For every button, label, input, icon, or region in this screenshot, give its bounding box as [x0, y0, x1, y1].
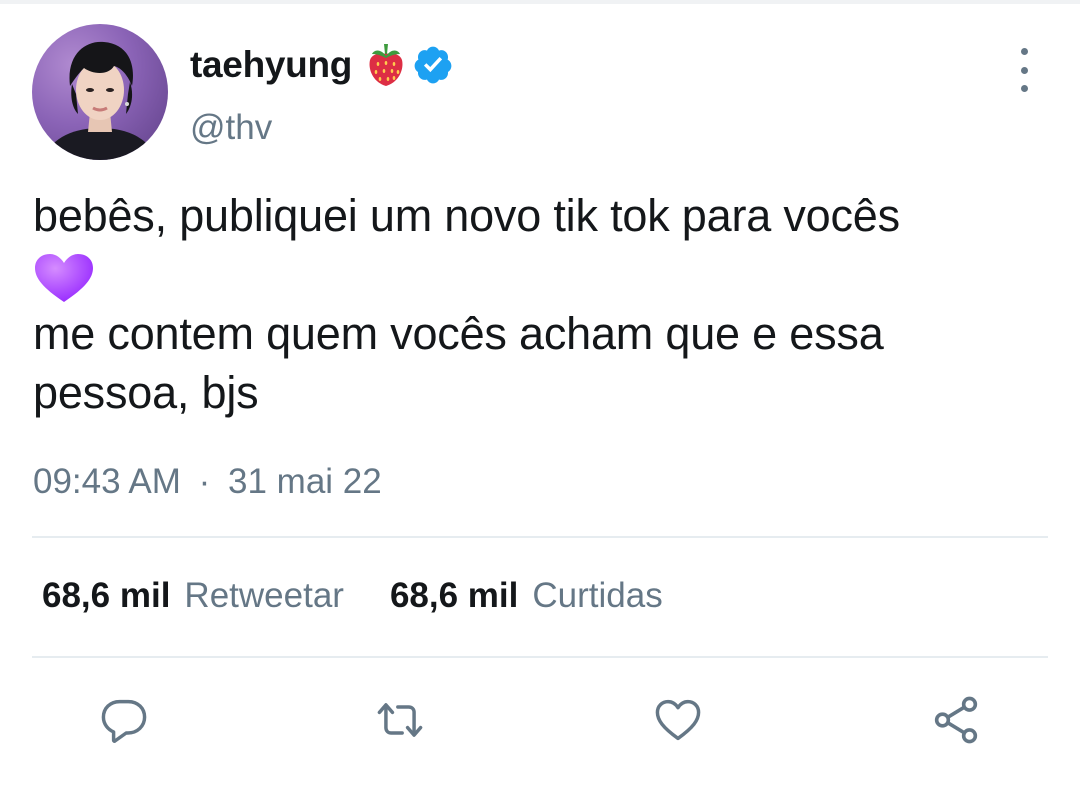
tweet-text: bebês, publiquei um novo tik tok para vo…: [33, 186, 1053, 422]
tweet-text-line-1: bebês, publiquei um novo tik tok para vo…: [33, 190, 900, 241]
avatar-portrait: [42, 41, 158, 160]
strawberry-icon: [366, 42, 406, 88]
reply-button[interactable]: [94, 690, 154, 750]
share-icon: [934, 696, 978, 744]
more-options-button[interactable]: [1008, 48, 1040, 92]
avatar[interactable]: [32, 24, 168, 160]
tweet-card: taehyung @thv bebês, publiquei um novo t…: [0, 0, 1080, 785]
tweet-time: 09:43 AM: [33, 462, 181, 501]
tweet-text-line-2: [33, 245, 1053, 304]
tweet-date: 31 mai 22: [228, 462, 382, 501]
like-button[interactable]: [648, 690, 708, 750]
retweets-label: Retweetar: [184, 576, 344, 615]
author-display-name[interactable]: taehyung: [190, 44, 352, 86]
likes-count: 68,6 mil: [389, 576, 519, 615]
divider: [32, 536, 1048, 538]
divider: [32, 656, 1048, 658]
more-dot: [1020, 48, 1028, 55]
author-name-row: taehyung: [190, 40, 454, 90]
meta-separator: ·: [198, 462, 211, 501]
tweet-text-line-3: me contem quem vocês acham que e essa: [33, 308, 884, 360]
likes-label: Curtidas: [532, 576, 663, 615]
more-dot: [1020, 66, 1028, 74]
tweet-timestamp[interactable]: 09:43 AM · 31 mai 22: [33, 462, 382, 502]
verified-badge-icon: [412, 44, 454, 86]
author-handle[interactable]: @thv: [190, 108, 272, 148]
retweet-button[interactable]: [370, 690, 430, 750]
tweet-text-line-4: pessoa, bjs: [33, 367, 259, 419]
like-icon: [655, 699, 701, 741]
retweet-icon: [377, 703, 423, 737]
share-button[interactable]: [926, 690, 986, 750]
purple-heart-icon: [33, 252, 95, 304]
more-dot: [1020, 85, 1028, 92]
retweets-count: 68,6 mil: [42, 576, 171, 615]
reply-icon: [101, 699, 147, 743]
engagement-stats: 68,6 mil Retweetar 68,6 mil Curtidas: [42, 576, 663, 616]
retweets-stat[interactable]: 68,6 mil Retweetar: [42, 576, 344, 616]
action-bar: [0, 690, 1080, 750]
likes-stat[interactable]: 68,6 mil Curtidas: [390, 576, 663, 616]
